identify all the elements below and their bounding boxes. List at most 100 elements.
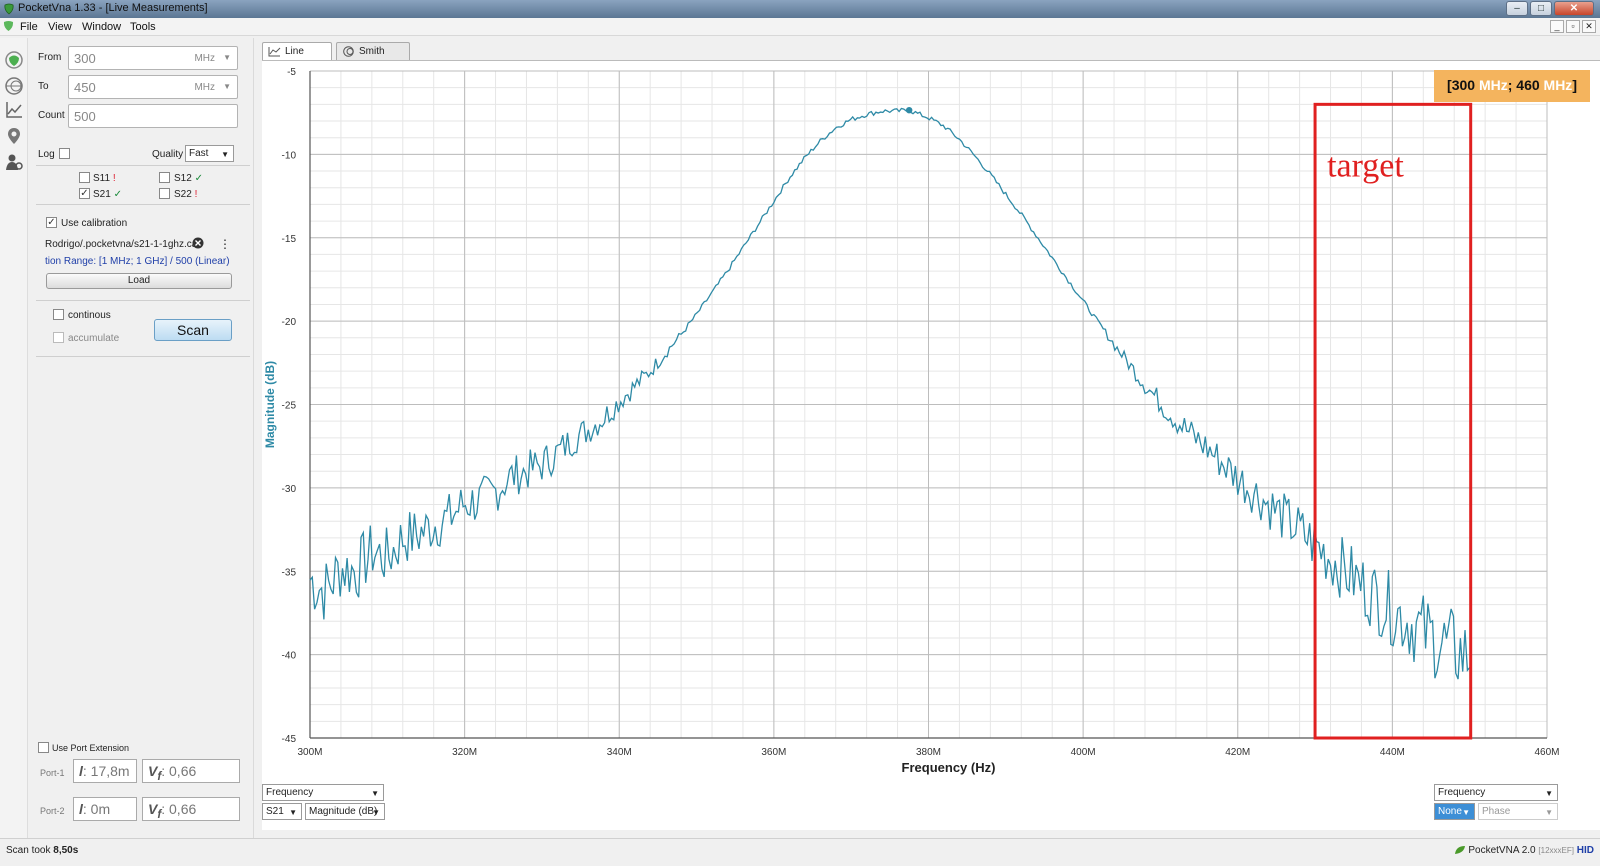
s12-checkbox[interactable] [159, 172, 170, 183]
to-label: To [38, 81, 49, 92]
divider [36, 165, 250, 166]
port2-vf-input[interactable]: Vf: 0,66 [142, 797, 240, 821]
use-port-extension-checkbox[interactable] [38, 742, 49, 753]
use-calibration-checkbox[interactable]: ✓ [46, 217, 57, 228]
menu-window[interactable]: Window [82, 21, 121, 33]
right-mode-select[interactable]: Phase ▼ [1478, 803, 1558, 820]
chart-area: 300M 320M 340M 360M 380M 400M 420M 440M 460M -5 -1… [262, 60, 1600, 785]
chevron-down-icon[interactable]: ▼ [223, 82, 231, 91]
menu-view[interactable]: View [48, 21, 72, 33]
scan-button[interactable]: Scan [154, 319, 232, 341]
tab-line-chart[interactable]: Line Chart [262, 42, 332, 74]
right-x-axis-select[interactable]: Frequency ▼ [1434, 784, 1558, 801]
continous-label: continous [68, 310, 111, 321]
y-tick-label: -45 [282, 734, 297, 745]
tab-smith-chart[interactable]: Smith Chart [336, 42, 410, 74]
device-status: PocketVNA 2.0 [12xxxEF] HID [1454, 845, 1594, 856]
menu-tools[interactable]: Tools [130, 21, 156, 33]
scan-duration: Scan took 8,50s [6, 845, 79, 856]
more-options-icon[interactable]: ⋮ [219, 237, 231, 251]
from-value: 300 [74, 51, 96, 66]
divider [36, 356, 250, 357]
to-value: 450 [74, 80, 96, 95]
x-tick-label: 460M [1534, 747, 1559, 758]
port1-vf-input[interactable]: Vf: 0,66 [142, 759, 240, 783]
load-calibration-button[interactable]: Load [46, 273, 232, 289]
sweep-settings-panel: From 300 MHz ▼ To 450 MHz ▼ Count 500 Lo… [28, 38, 254, 838]
mdi-close-button[interactable]: ✕ [1582, 20, 1596, 33]
x-tick-label: 300M [297, 747, 322, 758]
leaf-icon [1454, 846, 1465, 855]
port2-label: Port-2 [40, 806, 65, 816]
series-line [309, 107, 1471, 680]
close-button[interactable]: ✕ [1554, 1, 1594, 16]
y-tick-label: -25 [282, 401, 297, 412]
axis-controls: Frequency ▼ S21 ▼ Magnitude (dB) ▼ Frequenc… [262, 784, 1600, 830]
window-titlebar: PocketVna 1.33 - [Live Measurements] – □… [0, 0, 1600, 18]
calibration-file: Rodrigo/.pocketvna/s21-1-1ghz.cali [45, 239, 202, 250]
use-calibration-label: Use calibration [61, 218, 128, 229]
target-annotation-label: target [1327, 147, 1404, 184]
heart-vna-icon[interactable] [4, 50, 24, 70]
y-tick-label: -5 [287, 67, 296, 78]
to-unit: MHz [194, 82, 215, 93]
s22-label: S22 ! [174, 189, 198, 200]
status-bar: Scan took 8,50s PocketVNA 2.0 [12xxxEF] … [0, 838, 1600, 866]
y-tick-label: -30 [282, 484, 297, 495]
s12-label: S12 ✓ [174, 173, 203, 184]
magnitude-line-chart[interactable]: 300M 320M 340M 360M 380M 400M 420M 440M 460M -5 -1… [262, 61, 1600, 786]
y-tick-label: -15 [282, 234, 297, 245]
right-param-select[interactable]: None ▼ [1434, 803, 1475, 820]
mdi-minimize-button[interactable]: _ [1550, 20, 1564, 33]
y-tick-label: -10 [282, 150, 297, 161]
document-icon [3, 21, 14, 31]
divider [36, 300, 250, 301]
s21-checkbox[interactable]: ✓ [79, 188, 90, 199]
x-tick-label: 400M [1071, 747, 1096, 758]
x-tick-label: 340M [607, 747, 632, 758]
continous-checkbox[interactable] [53, 309, 64, 320]
use-port-extension-label: Use Port Extension [52, 743, 130, 753]
accumulate-checkbox[interactable] [53, 332, 64, 343]
maximize-button[interactable]: □ [1530, 1, 1552, 16]
quality-label: Quality [152, 149, 184, 160]
window-title: PocketVna 1.33 - [Live Measurements] [18, 2, 208, 14]
s21-label: S21 ✓ [93, 189, 122, 200]
x-tick-label: 320M [452, 747, 477, 758]
s22-checkbox[interactable] [159, 188, 170, 199]
chevron-down-icon[interactable]: ▼ [223, 53, 231, 62]
count-input[interactable]: 500 [68, 104, 238, 128]
pocketvna-app-icon [4, 3, 14, 15]
y-tick-label: -40 [282, 651, 297, 662]
y-axis-label: Magnitude (dB) [263, 361, 277, 448]
log-checkbox[interactable] [59, 148, 70, 159]
left-param-select[interactable]: S21 ▼ [262, 803, 302, 820]
tool-icon-bar [0, 38, 28, 838]
user-settings-icon[interactable] [4, 152, 24, 172]
line-chart-icon[interactable] [4, 100, 24, 120]
x-axis-label: Frequency (Hz) [902, 760, 996, 775]
line-chart-icon [268, 47, 281, 57]
y-tick-label: -20 [282, 317, 297, 328]
menu-file[interactable]: File [20, 21, 38, 33]
zoom-range-badge: [300 MHz; 460 MHz] [1434, 70, 1590, 102]
from-frequency-input[interactable]: 300 MHz ▼ [68, 46, 238, 70]
x-tick-label: 440M [1380, 747, 1405, 758]
x-tick-label: 360M [761, 747, 786, 758]
minimize-button[interactable]: – [1506, 1, 1528, 16]
mdi-restore-button[interactable]: ▫ [1566, 20, 1580, 33]
count-value: 500 [74, 109, 96, 124]
left-x-axis-select[interactable]: Frequency ▼ [262, 784, 384, 801]
clear-calibration-icon[interactable] [192, 237, 204, 249]
smith-chart-icon[interactable] [4, 76, 24, 96]
to-frequency-input[interactable]: 450 MHz ▼ [68, 75, 238, 99]
peak-marker [905, 106, 913, 114]
x-tick-label: 380M [916, 747, 941, 758]
chevron-down-icon: ▼ [221, 150, 229, 159]
location-pin-icon[interactable] [4, 126, 24, 146]
port1-length-input[interactable]: l: 17,8m [73, 759, 137, 783]
s11-checkbox[interactable] [79, 172, 90, 183]
quality-select[interactable]: Fast ▼ [185, 145, 234, 162]
left-mode-select[interactable]: Magnitude (dB) ▼ [305, 803, 385, 820]
port2-length-input[interactable]: l: 0m [73, 797, 137, 821]
